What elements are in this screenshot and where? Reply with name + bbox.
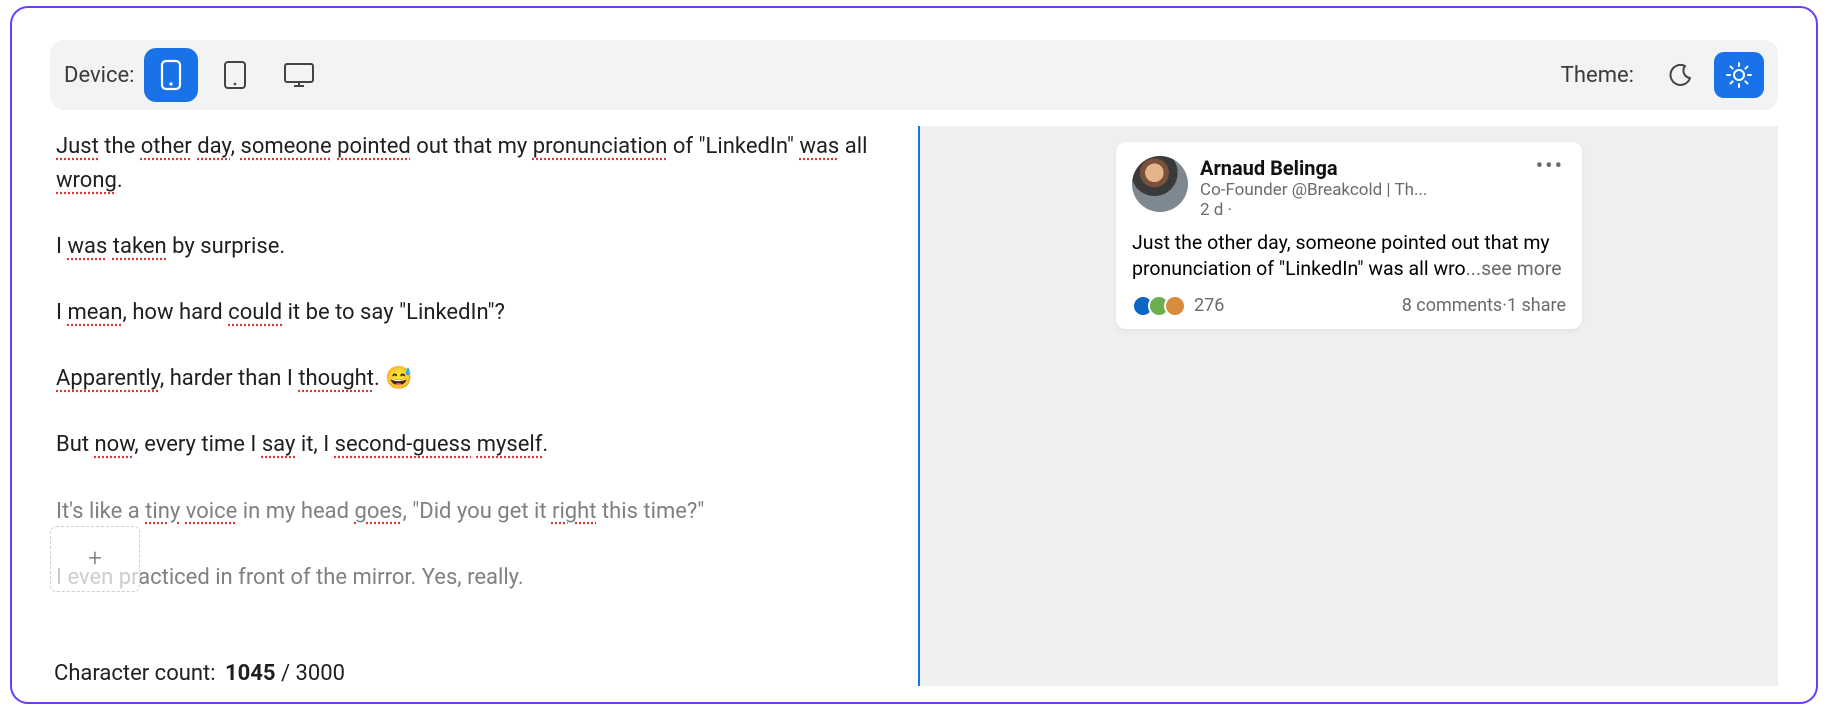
preview-body: Just the other day, someone pointed out … xyxy=(1132,230,1566,283)
workspace: Just the other day, someone pointed out … xyxy=(50,126,1778,686)
device-phone-button[interactable] xyxy=(144,48,198,102)
see-more-link[interactable]: ...see more xyxy=(1466,257,1562,280)
desktop-icon xyxy=(282,60,316,90)
moon-icon xyxy=(1669,63,1693,87)
tablet-icon xyxy=(222,59,248,91)
preview-stats: 276 8 comments · 1 share xyxy=(1132,295,1566,317)
editor-line: I was taken by surprise. xyxy=(56,230,900,264)
device-tablet-button[interactable] xyxy=(208,48,262,102)
add-block-button[interactable]: + xyxy=(50,526,140,592)
theme-light-button[interactable] xyxy=(1714,52,1764,98)
theme-dark-button[interactable] xyxy=(1656,52,1706,98)
author-headline: Co-Founder @Breakcold | Th... xyxy=(1200,180,1450,200)
comments-count[interactable]: 8 comments xyxy=(1402,295,1503,316)
avatar xyxy=(1132,156,1188,212)
editor-line-below-fold: I even practiced in front of the mirror.… xyxy=(56,561,900,595)
phone-icon xyxy=(159,59,183,91)
author-name: Arnaud Belinga xyxy=(1200,156,1534,180)
sun-icon xyxy=(1726,62,1752,88)
editor-line: Apparently, harder than I thought. 😅 xyxy=(56,362,900,396)
preview-header: Arnaud Belinga Co-Founder @Breakcold | T… xyxy=(1132,156,1566,220)
post-menu-button[interactable]: ••• xyxy=(1534,156,1566,178)
reaction-icons xyxy=(1132,295,1186,317)
preview-column: Arnaud Belinga Co-Founder @Breakcold | T… xyxy=(920,126,1778,686)
editor-line: I mean, how hard could it be to say "Lin… xyxy=(56,296,900,330)
device-desktop-button[interactable] xyxy=(272,48,326,102)
post-time: 2 d · xyxy=(1200,200,1534,220)
post-preview-card: Arnaud Belinga Co-Founder @Breakcold | T… xyxy=(1116,142,1582,329)
shares-count[interactable]: 1 share xyxy=(1507,295,1566,316)
character-count: Character count: 1045 / 3000 xyxy=(50,655,918,686)
theme-label: Theme: xyxy=(1561,63,1634,88)
reaction-support-icon xyxy=(1164,295,1186,317)
post-editor[interactable]: Just the other day, someone pointed out … xyxy=(50,126,918,655)
reaction-count: 276 xyxy=(1194,295,1224,316)
editor-line-below-fold: It's like a tiny voice in my head goes, … xyxy=(56,495,900,529)
editor-line: Just the other day, someone pointed out … xyxy=(56,130,900,198)
editor-column: Just the other day, someone pointed out … xyxy=(50,126,920,686)
app-frame: Device: xyxy=(10,6,1818,704)
device-label: Device: xyxy=(64,63,134,88)
editor-line: But now, every time I say it, I second-g… xyxy=(56,428,900,462)
theme-switcher xyxy=(1656,52,1764,98)
plus-icon: + xyxy=(88,540,102,577)
device-switcher xyxy=(144,48,326,102)
toolbar: Device: xyxy=(50,40,1778,110)
